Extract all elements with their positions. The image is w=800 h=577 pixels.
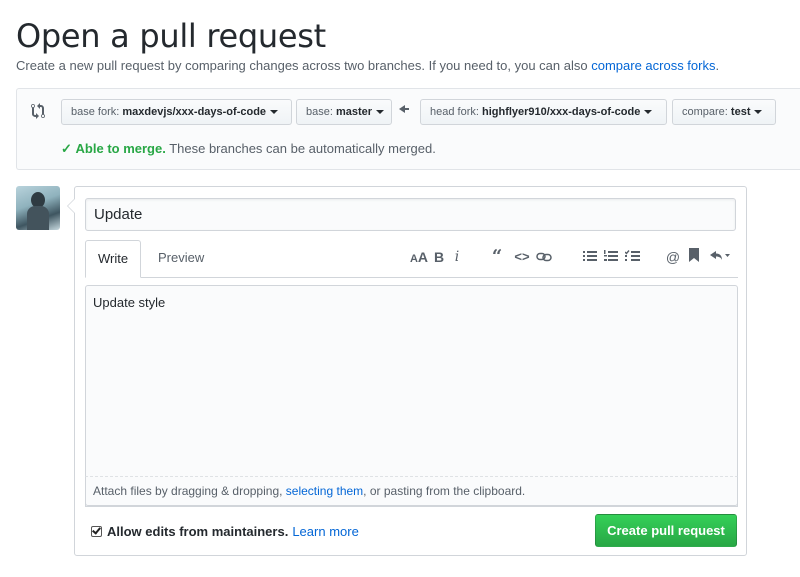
subtitle-text: Create a new pull request by comparing c… [16, 58, 592, 73]
compare-range-box: base fork: maxdevjs/xxx-days-of-code bas… [16, 88, 800, 170]
link-icon[interactable] [535, 247, 553, 267]
git-compare-icon [31, 103, 49, 121]
chevron-down-icon [270, 110, 279, 115]
head-fork-value: highflyer910/xxx-days-of-code [481, 106, 641, 118]
base-fork-label: base fork: [71, 106, 123, 118]
code-icon[interactable]: <> [513, 247, 531, 267]
tab-preview[interactable]: Preview [146, 240, 216, 277]
compare-branch-select[interactable]: compare: test [672, 99, 776, 125]
chevron-down-icon [644, 110, 653, 115]
head-fork-select[interactable]: head fork: highflyer910/xxx-days-of-code [420, 99, 667, 125]
allow-edits-option: Allow edits from maintainers. Learn more [91, 524, 359, 539]
base-branch-value: master [335, 106, 373, 118]
unordered-list-icon[interactable] [582, 247, 598, 267]
bold-icon[interactable]: B [432, 247, 446, 267]
tabs-divider [85, 277, 738, 278]
compare-branch-value: test [730, 106, 751, 118]
arrow-left-icon [399, 103, 409, 118]
pr-title-input[interactable] [85, 198, 736, 231]
merge-status-text: These branches can be automatically merg… [165, 141, 436, 156]
check-icon: ✓ [61, 141, 72, 156]
merge-status: ✓ Able to merge. These branches can be a… [61, 141, 436, 157]
italic-icon[interactable]: i [451, 247, 463, 267]
attach-text-end: , or pasting from the clipboard. [363, 484, 526, 498]
head-fork-label: head fork: [430, 106, 482, 118]
quote-icon[interactable]: “ [489, 247, 505, 267]
page-title: Open a pull request [16, 17, 326, 55]
attach-files-bar[interactable]: Attach files by dragging & dropping, sel… [85, 476, 738, 506]
reply-icon[interactable] [709, 247, 731, 267]
base-branch-label: base: [306, 106, 336, 118]
selecting-them-link[interactable]: selecting them [286, 484, 363, 498]
learn-more-link[interactable]: Learn more [292, 524, 358, 539]
create-pull-request-button[interactable]: Create pull request [595, 514, 737, 547]
mention-icon[interactable]: @ [665, 247, 681, 267]
merge-ok-label: Able to merge. [75, 141, 166, 156]
header-icon[interactable]: AA [409, 247, 429, 267]
chevron-down-icon [376, 110, 385, 115]
base-branch-select[interactable]: base: master [296, 99, 392, 125]
allow-edits-checkbox[interactable] [91, 526, 102, 537]
pr-body-editor [85, 285, 738, 507]
tab-write[interactable]: Write [85, 240, 142, 278]
saved-reply-icon[interactable] [687, 247, 701, 267]
pull-request-composer: Write Preview AA B i “ <> @ A [67, 186, 747, 556]
page-subtitle: Create a new pull request by comparing c… [16, 58, 719, 73]
avatar[interactable] [16, 186, 60, 230]
base-fork-select[interactable]: base fork: maxdevjs/xxx-days-of-code [61, 99, 292, 125]
chevron-down-icon [754, 110, 763, 115]
attach-text: Attach files by dragging & dropping, [93, 484, 286, 498]
compare-branch-label: compare: [682, 106, 731, 118]
allow-edits-label: Allow edits from maintainers. [107, 524, 289, 539]
task-list-icon[interactable] [624, 247, 640, 267]
base-fork-value: maxdevjs/xxx-days-of-code [122, 106, 267, 118]
pr-body-textarea[interactable] [86, 286, 737, 476]
ordered-list-icon[interactable] [603, 247, 619, 267]
subtitle-end: . [715, 58, 720, 73]
compare-across-forks-link[interactable]: compare across forks [591, 58, 715, 73]
